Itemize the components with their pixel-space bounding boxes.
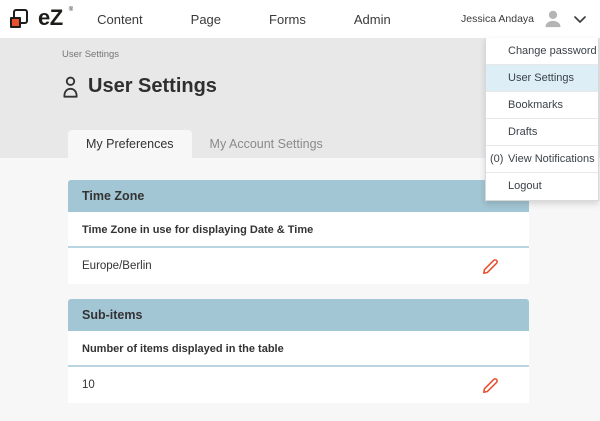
edit-timezone-button[interactable] [482,258,499,275]
edit-subitems-button[interactable] [482,377,499,394]
ez-logo-icon [10,8,33,33]
chevron-down-icon [574,16,586,23]
menu-item-label: View Notifications [508,153,595,165]
section-body: Number of items displayed in the table 1… [68,331,529,403]
tab-my-account-settings[interactable]: My Account Settings [192,130,341,158]
nav-item-page[interactable]: Page [191,12,221,27]
settings-section-subitems: Sub-items Number of items displayed in t… [68,299,529,403]
settings-section-timezone: Time Zone Time Zone in use for displayin… [68,180,529,284]
topbar: eZ ® Content Page Forms Admin Jessica An… [0,0,600,38]
tabs: My Preferences My Account Settings [68,130,341,158]
menu-item-drafts[interactable]: Drafts [486,119,598,146]
notification-count: (0) [490,146,503,173]
section-body: Time Zone in use for displaying Date & T… [68,212,529,284]
setting-value: Europe/Berlin [82,260,152,272]
menu-item-user-settings[interactable]: User Settings [486,65,598,92]
main-nav: Content Page Forms Admin [97,12,391,27]
page-title: User Settings [88,75,217,98]
setting-value-row: 10 [68,367,529,403]
avatar-icon [542,8,564,30]
setting-label: Time Zone in use for displaying Date & T… [68,212,529,246]
setting-value-row: Europe/Berlin [68,248,529,284]
person-outline-icon [62,76,79,98]
user-name: Jessica Andaya [461,13,534,25]
tab-my-preferences[interactable]: My Preferences [68,130,192,158]
registered-mark: ® [69,7,73,13]
logo-orange-square [10,17,21,28]
ez-admin-screen: eZ ® Content Page Forms Admin Jessica An… [0,0,600,421]
menu-item-bookmarks[interactable]: Bookmarks [486,92,598,119]
user-menu-trigger[interactable]: Jessica Andaya [461,8,586,30]
nav-item-admin[interactable]: Admin [354,12,391,27]
nav-item-content[interactable]: Content [97,12,143,27]
nav-item-forms[interactable]: Forms [269,12,306,27]
ez-logo-text: eZ [38,5,63,31]
setting-label: Number of items displayed in the table [68,331,529,365]
menu-item-logout[interactable]: Logout [486,173,598,200]
pencil-icon [482,377,499,394]
setting-value: 10 [82,379,95,391]
pencil-icon [482,258,499,275]
menu-item-view-notifications[interactable]: (0) View Notifications [486,146,598,173]
section-header: Sub-items [68,299,529,331]
ez-logo[interactable]: eZ ® [10,5,73,33]
section-header: Time Zone [68,180,529,212]
user-dropdown-menu: Change password User Settings Bookmarks … [485,38,599,201]
menu-item-change-password[interactable]: Change password [486,38,598,65]
